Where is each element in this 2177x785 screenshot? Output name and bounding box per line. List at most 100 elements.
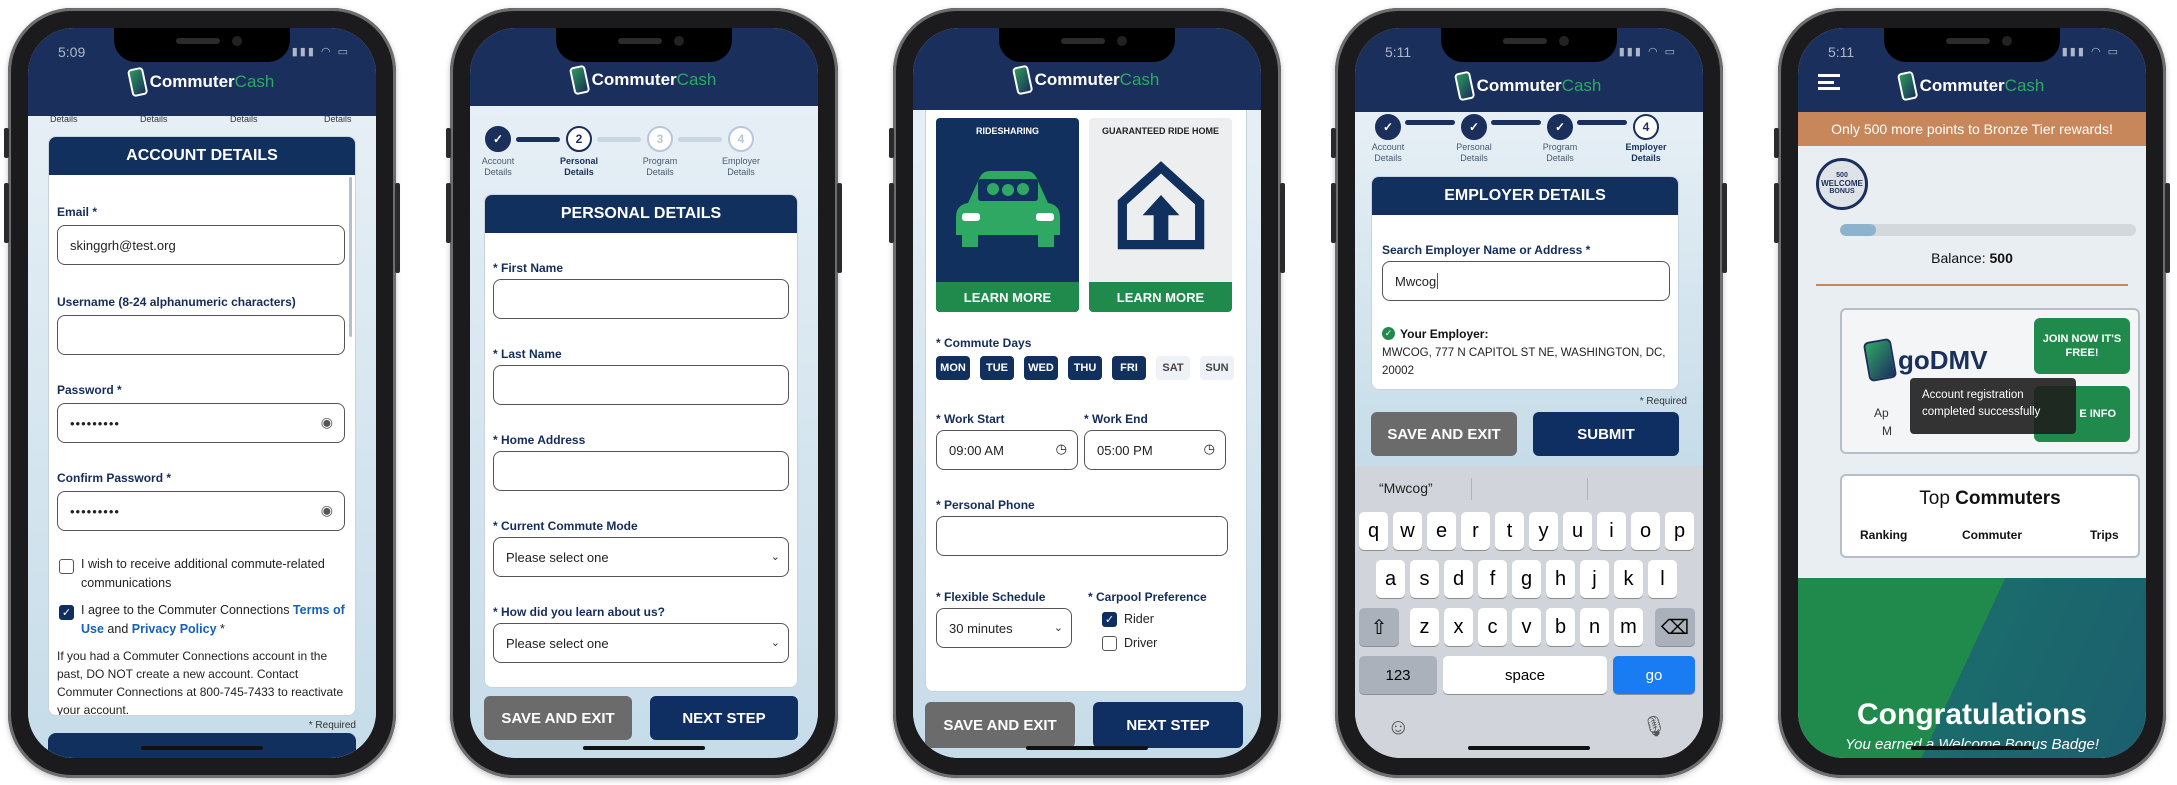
home-address-field[interactable] (493, 451, 789, 491)
key[interactable]: q (1359, 512, 1388, 550)
employer-search-field[interactable]: Mwcog (1382, 261, 1670, 301)
day-fri[interactable]: FRI (1112, 356, 1146, 380)
key[interactable]: i (1597, 512, 1626, 550)
backspace-key-icon[interactable]: ⌫ (1655, 608, 1695, 646)
phone-rewards-dashboard: 5:11 ▮▮▮ ◠ ▭ Commuter Cash Only 500 more … (1774, 8, 2170, 778)
go-key[interactable]: go (1613, 656, 1695, 694)
learn-about-select[interactable]: Please select one ⌄ (493, 623, 789, 663)
menu-icon[interactable] (1818, 74, 1840, 90)
step-label: Employer Details (1625, 142, 1667, 163)
key[interactable]: b (1546, 608, 1575, 646)
step-3-check[interactable]: ✓ (1547, 114, 1573, 140)
email-field[interactable]: skinggrh@test.org (57, 225, 345, 265)
logo-text: Commuter (1034, 70, 1120, 89)
scrollbar[interactable] (349, 177, 352, 337)
work-end-field[interactable]: 05:00 PM ◷ (1084, 430, 1226, 470)
work-start-field[interactable]: 09:00 AM ◷ (936, 430, 1078, 470)
shift-key-icon[interactable]: ⇧ (1359, 608, 1399, 646)
status-time: 5:11 (1828, 44, 1855, 60)
phone-logo-icon (1011, 64, 1034, 96)
next-step-button[interactable]: NEXT STEP (1093, 702, 1243, 748)
step-4[interactable]: 4 (1633, 114, 1659, 140)
day-mon[interactable]: MON (936, 356, 970, 380)
step-2-check[interactable]: ✓ (1461, 114, 1487, 140)
last-name-field[interactable] (493, 365, 789, 405)
flexible-schedule-select[interactable]: 30 minutes ⌄ (936, 608, 1072, 648)
key[interactable]: p (1665, 512, 1694, 550)
username-field[interactable] (57, 315, 345, 355)
key[interactable]: n (1580, 608, 1609, 646)
key[interactable]: o (1631, 512, 1660, 550)
key[interactable]: f (1478, 560, 1507, 598)
step-2[interactable]: 2 (566, 126, 592, 152)
key[interactable]: m (1614, 608, 1643, 646)
first-name-field[interactable] (493, 279, 789, 319)
eye-icon[interactable]: ◉ (321, 414, 334, 431)
key[interactable]: g (1512, 560, 1541, 598)
microphone-icon[interactable]: 🎙 (1642, 714, 1667, 739)
space-key[interactable]: space (1443, 656, 1607, 694)
key[interactable]: k (1614, 560, 1643, 598)
commute-mode-select[interactable]: Please select one ⌄ (493, 537, 789, 577)
learn-about-label: * How did you learn about us? (493, 605, 666, 619)
logo-text-accent: Cash (1119, 70, 1160, 89)
password-field[interactable]: ••••••••• ◉ (57, 403, 345, 443)
next-step-button[interactable]: NEXT STEP (650, 696, 798, 740)
key[interactable]: e (1427, 512, 1456, 550)
guaranteed-ride-home-tile[interactable]: GUARANTEED RIDE HOME LEARN MORE (1089, 118, 1232, 312)
key[interactable]: t (1495, 512, 1524, 550)
key[interactable]: w (1393, 512, 1422, 550)
agree-checkbox[interactable]: ✓ (59, 605, 74, 620)
emoji-icon[interactable]: ☺ (1387, 714, 1409, 740)
key[interactable]: x (1444, 608, 1473, 646)
key[interactable]: c (1478, 608, 1507, 646)
save-and-exit-button[interactable]: SAVE AND EXIT (1371, 412, 1517, 456)
day-thu[interactable]: THU (1068, 356, 1102, 380)
privacy-link[interactable]: Privacy Policy (132, 622, 217, 636)
rider-checkbox[interactable]: ✓ (1102, 612, 1117, 627)
logo-text-accent: Cash (2004, 76, 2045, 95)
home-indicator (1911, 746, 2033, 750)
eye-icon[interactable]: ◉ (321, 502, 334, 519)
step-4[interactable]: 4 (728, 126, 754, 152)
save-and-exit-button[interactable]: SAVE AND EXIT (484, 696, 632, 740)
day-wed[interactable]: WED (1024, 356, 1058, 380)
key[interactable]: z (1410, 608, 1439, 646)
key[interactable]: v (1512, 608, 1541, 646)
submit-button[interactable]: SUBMIT (1533, 412, 1679, 456)
learn-more-button[interactable]: LEARN MORE (1089, 282, 1232, 312)
save-and-exit-button[interactable]: SAVE AND EXIT (925, 702, 1075, 748)
step-3[interactable]: 3 (647, 126, 673, 152)
numbers-key[interactable]: 123 (1359, 656, 1437, 694)
key[interactable]: j (1580, 560, 1609, 598)
key[interactable]: s (1410, 560, 1439, 598)
join-now-button[interactable]: JOIN NOW IT'S FREE! (2034, 318, 2130, 374)
driver-checkbox[interactable] (1102, 636, 1117, 651)
key[interactable]: h (1546, 560, 1575, 598)
personal-phone-field[interactable] (936, 516, 1228, 556)
key[interactable]: u (1563, 512, 1592, 550)
key[interactable]: l (1648, 560, 1677, 598)
key[interactable]: a (1376, 560, 1405, 598)
toast-notification: Account registration completed successfu… (1910, 378, 2076, 434)
day-tue[interactable]: TUE (980, 356, 1014, 380)
required-note: * Required (1639, 396, 1687, 407)
autocomplete-suggestion[interactable]: “Mwcog” (1379, 480, 1433, 496)
step-1-check[interactable]: ✓ (1375, 114, 1401, 140)
phone-employer-details: 5:11 ▮▮▮ ◠ ▭ Commuter Cash ✓ ✓ ✓ 4 Accoun… (1331, 8, 1727, 778)
ridesharing-tile[interactable]: RIDESHARING LEARN MORE (936, 118, 1079, 312)
day-sat[interactable]: SAT (1156, 356, 1190, 380)
key[interactable]: d (1444, 560, 1473, 598)
step-label: Personal Details (559, 156, 599, 177)
program-details-card: RIDESHARING LEARN MORE GUARANTEED RIDE H… (925, 110, 1247, 692)
logo-text: Commuter (149, 72, 235, 91)
step-1-check[interactable]: ✓ (485, 126, 511, 152)
confirm-password-field[interactable]: ••••••••• ◉ (57, 491, 345, 531)
key[interactable]: r (1461, 512, 1490, 550)
day-sun[interactable]: SUN (1200, 356, 1234, 380)
opt-in-checkbox[interactable] (59, 559, 74, 574)
phone-personal-details: Commuter Cash ✓ 2 3 4 Account Details Per… (446, 8, 842, 778)
learn-more-button[interactable]: LEARN MORE (936, 282, 1079, 312)
step-label: Details (140, 114, 168, 124)
key[interactable]: y (1529, 512, 1558, 550)
